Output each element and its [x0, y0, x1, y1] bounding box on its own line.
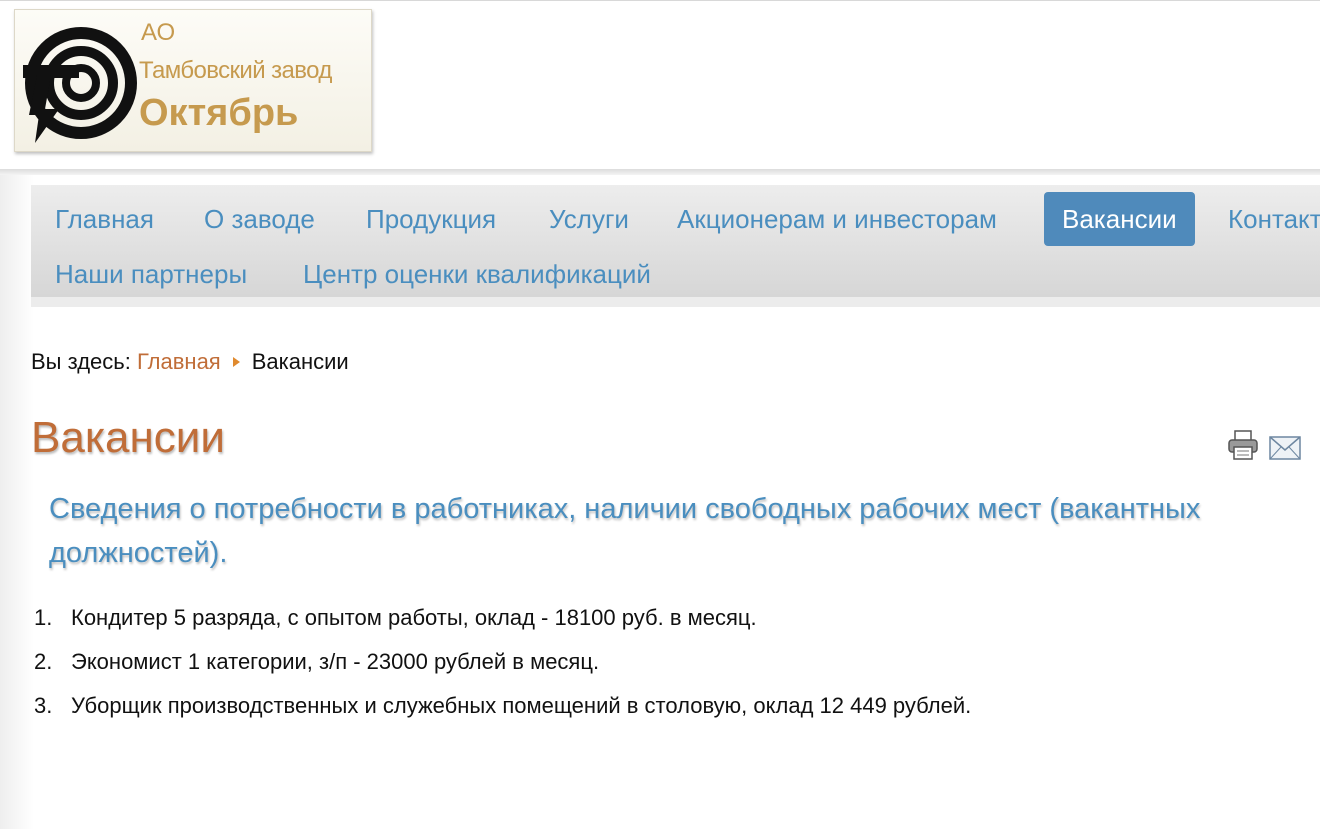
- breadcrumb: Вы здесь: Главная Вакансии: [31, 349, 349, 375]
- main-nav: Главная О заводе Продукция Услуги Акцион…: [31, 185, 1320, 297]
- vacancy-list: 1. Кондитер 5 разряда, с опытом работы, о…: [31, 598, 971, 730]
- page-title: Вакансии: [31, 413, 225, 462]
- header-divider: [0, 169, 1320, 175]
- nav-item-vacancies[interactable]: Вакансии: [1044, 192, 1195, 246]
- logo-line-name: Октябрь: [139, 92, 299, 134]
- nav-item-about[interactable]: О заводе: [204, 204, 315, 234]
- nav-item-services[interactable]: Услуги: [549, 204, 629, 234]
- breadcrumb-current: Вакансии: [251, 349, 349, 374]
- logo-line-ao: АО: [141, 19, 176, 46]
- breadcrumb-home-link[interactable]: Главная: [137, 349, 221, 374]
- list-item-number: 1.: [34, 605, 53, 630]
- email-icon[interactable]: [1269, 436, 1301, 460]
- logo-line-company: Тамбовский завод: [139, 57, 332, 84]
- list-item-text: Уборщик производственных и служебных пом…: [71, 693, 972, 718]
- site-logo[interactable]: АО Тамбовский завод Октябрь: [14, 9, 372, 152]
- left-shadow: [0, 175, 34, 829]
- nav-bottom-strip: [31, 297, 1320, 307]
- article-subtitle: Сведения о потребности в работниках, нал…: [49, 493, 1201, 569]
- page: АО Тамбовский завод Октябрь Главная О за…: [0, 0, 1320, 829]
- list-item: 1. Кондитер 5 разряда, с опытом работы, о…: [31, 598, 971, 642]
- list-item-text: Кондитер 5 разряда, с опытом работы, окл…: [71, 605, 757, 630]
- nav-item-contacts[interactable]: Контакт: [1228, 204, 1320, 234]
- list-item: 3. Уборщик производственных и служебных п…: [31, 686, 971, 730]
- breadcrumb-arrow-icon: [232, 357, 240, 368]
- nav-item-qualification-center[interactable]: Центр оценки квалификаций: [303, 259, 651, 289]
- nav-item-investors[interactable]: Акционерам и инвесторам: [677, 204, 997, 234]
- nav-item-home[interactable]: Главная: [55, 204, 154, 234]
- factory-emblem-icon: [23, 27, 137, 143]
- list-item-text: Экономист 1 категории, з/п - 23000 рубле…: [71, 649, 600, 674]
- list-item-number: 3.: [34, 693, 53, 718]
- breadcrumb-prefix: Вы здесь:: [31, 349, 131, 374]
- top-border: [0, 0, 1320, 1]
- nav-item-products[interactable]: Продукция: [366, 204, 496, 234]
- print-icon[interactable]: [1227, 430, 1259, 460]
- list-item: 2. Экономист 1 категории, з/п - 23000 руб…: [31, 642, 971, 686]
- nav-item-partners[interactable]: Наши партнеры: [55, 259, 247, 289]
- list-item-number: 2.: [34, 649, 53, 674]
